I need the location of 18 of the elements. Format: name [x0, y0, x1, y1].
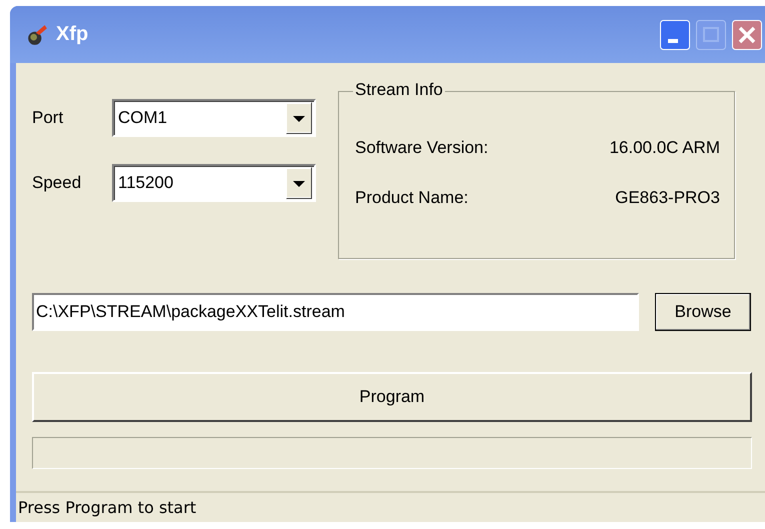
- port-dropdown[interactable]: COM1: [112, 99, 316, 137]
- browse-button[interactable]: Browse: [655, 293, 751, 331]
- file-path-field[interactable]: C:\XFP\STREAM\packageXXTelit.stream: [32, 293, 639, 331]
- info-value: 16.00.0C ARM: [609, 138, 720, 159]
- minimize-button[interactable]: [660, 20, 690, 50]
- status-text: Press Program to start: [18, 498, 196, 517]
- program-button[interactable]: Program: [32, 372, 752, 422]
- app-icon[interactable]: [26, 24, 48, 46]
- dropdown-arrow-icon: [286, 167, 312, 199]
- speed-dropdown[interactable]: 115200: [112, 164, 316, 202]
- info-label: Software Version:: [355, 138, 488, 159]
- info-value: GE863-PRO3: [615, 188, 720, 209]
- info-label: Product Name:: [355, 188, 468, 209]
- speed-label: Speed: [32, 173, 82, 193]
- window-title: Xfp: [56, 23, 88, 46]
- port-label: Port: [32, 108, 64, 128]
- close-button[interactable]: [732, 20, 762, 50]
- dropdown-arrow-icon: [286, 102, 312, 134]
